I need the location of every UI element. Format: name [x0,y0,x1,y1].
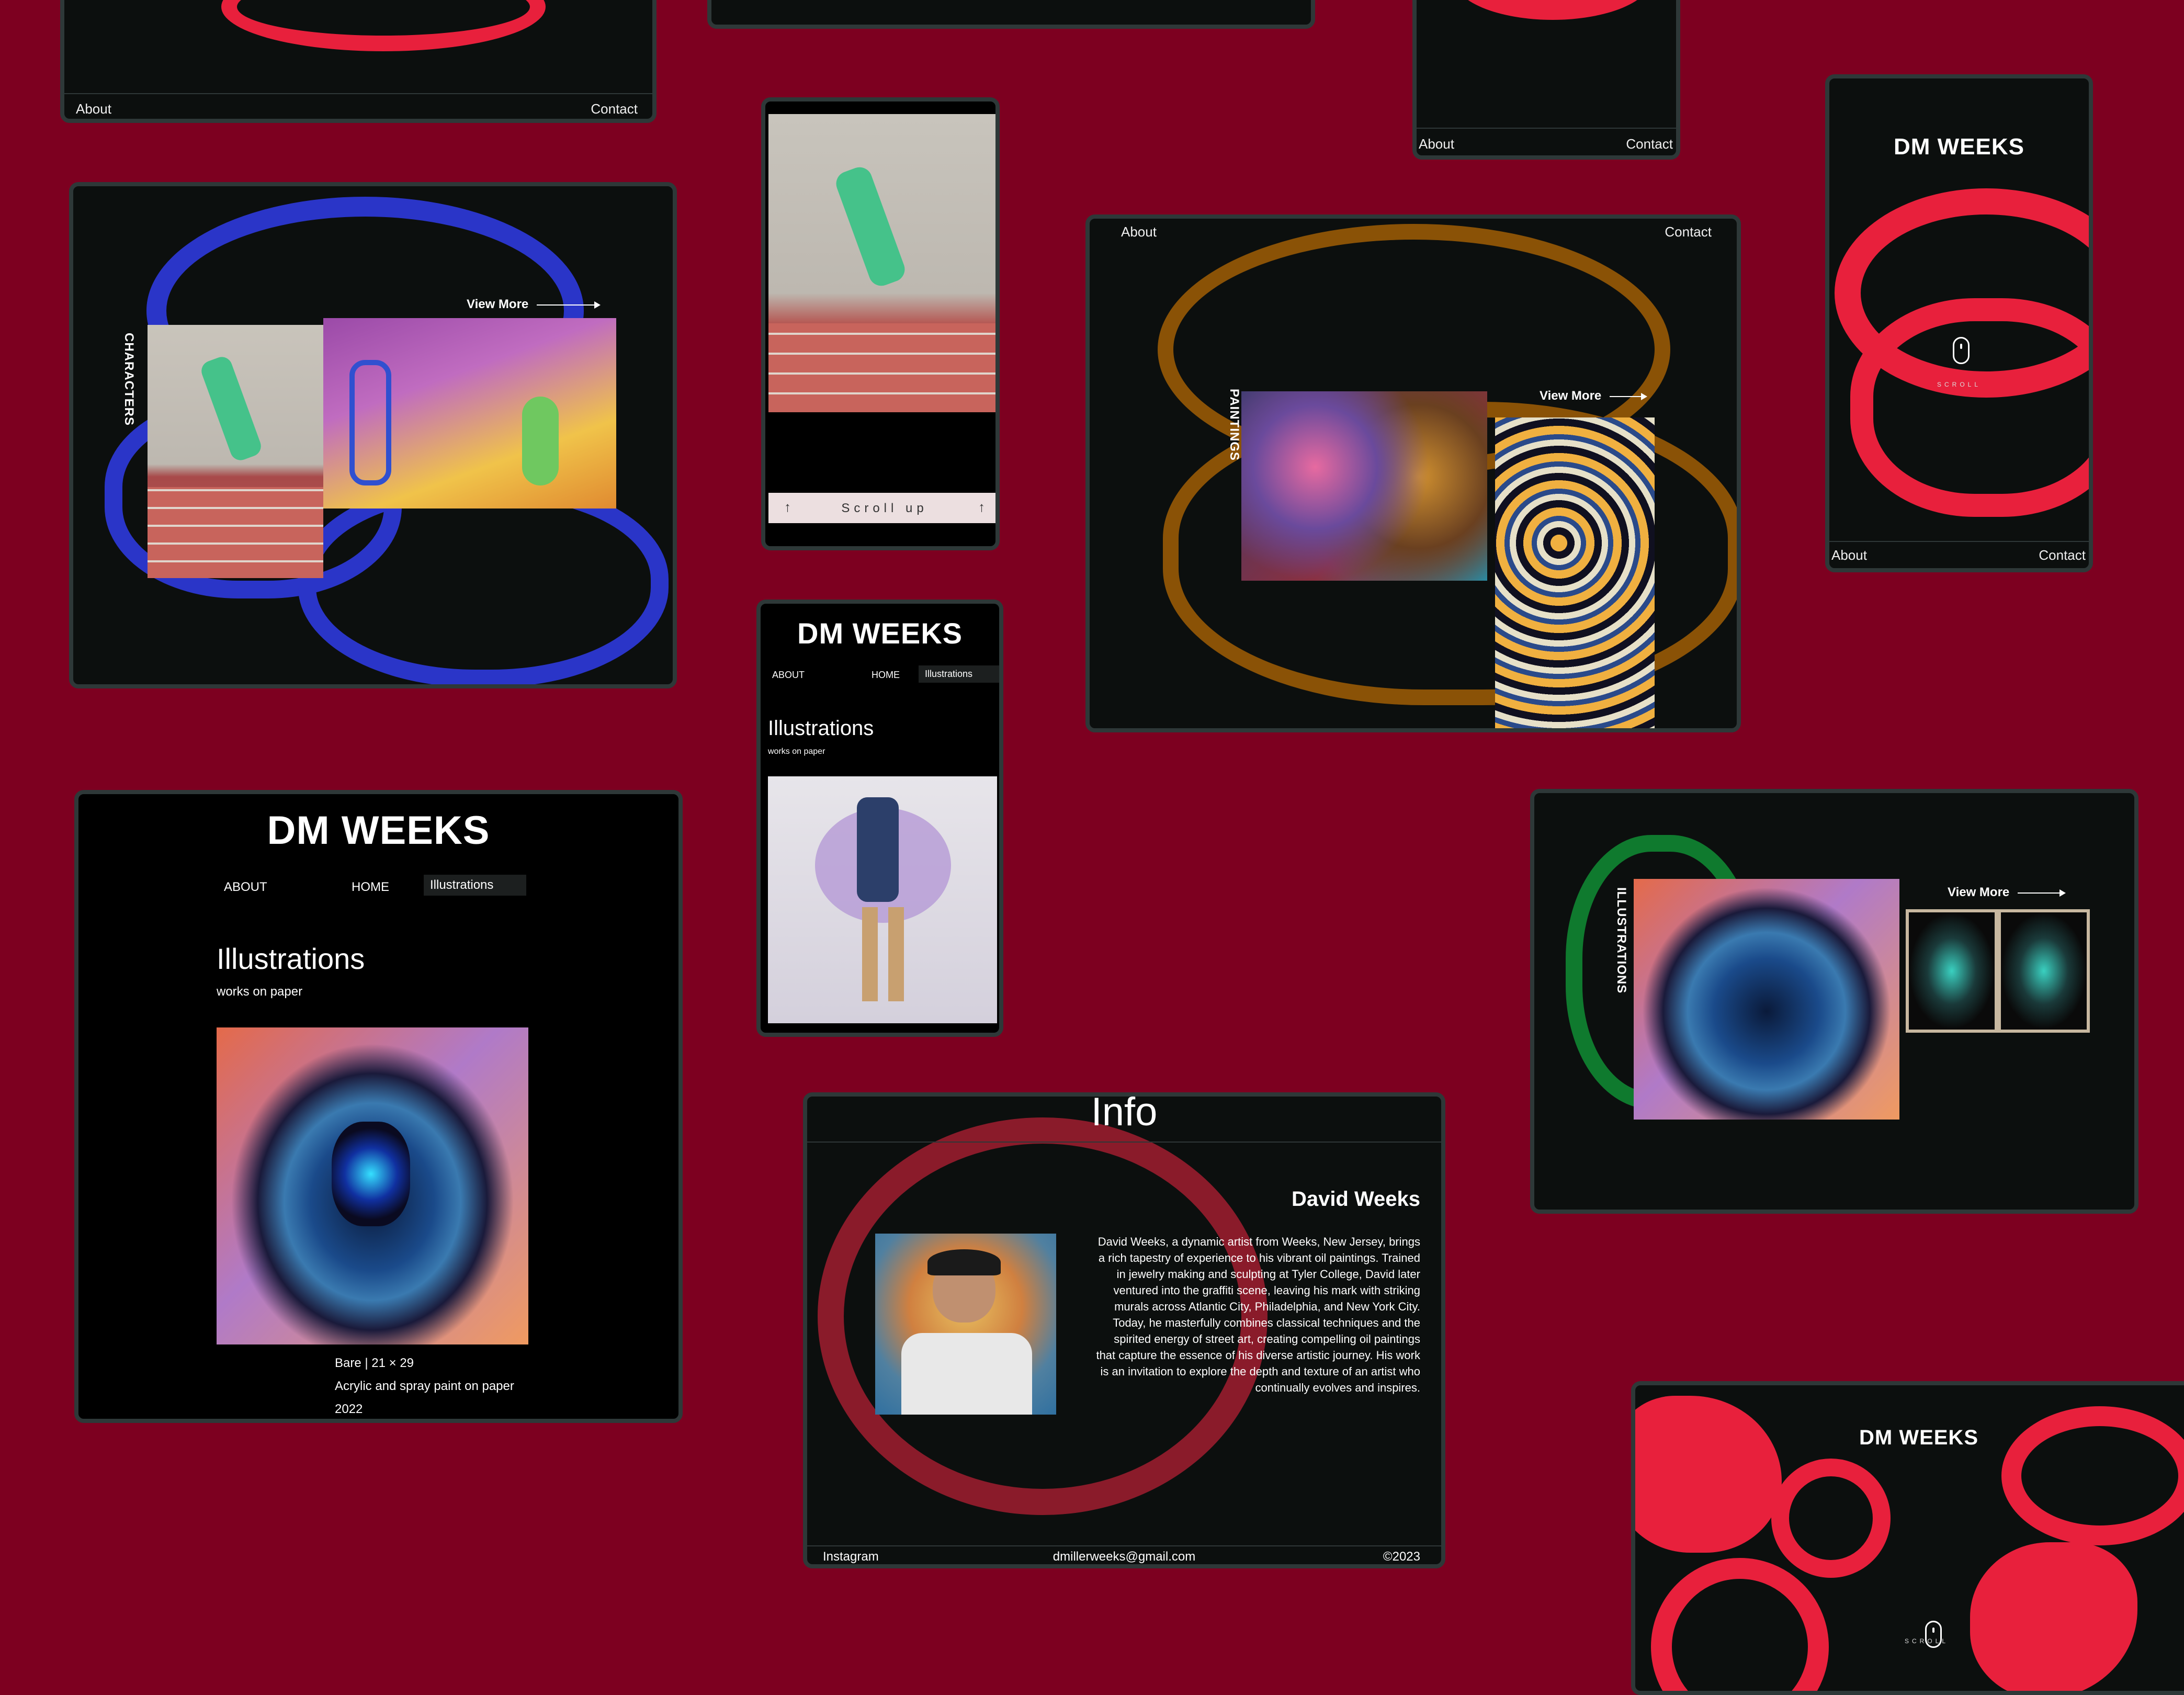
painting-artwork-image[interactable] [1495,417,1655,728]
frame-top-center [707,0,1315,29]
menu-home[interactable]: HOME [352,880,389,895]
menu-about[interactable]: ABOUT [224,880,267,895]
section-label-paintings: PAINTINGS [1227,389,1241,461]
nav-about-link[interactable]: About [1831,547,1867,563]
arrow-up-icon: ↑ [978,499,985,515]
artist-portrait-image [875,1234,1056,1415]
arrow-right-icon [1610,392,1648,400]
red-brush-stroke [1771,1459,1891,1578]
scroll-label: SCROLL [1904,1637,1949,1645]
view-more-link[interactable]: View More [1540,389,1648,403]
frame-top-left: About Contact [60,0,657,123]
frame-illustrations: DM WEEKS ABOUT HOME Illustrations Illust… [74,790,683,1423]
menu-illustrations[interactable]: Illustrations [919,665,999,683]
frame-phone-illustrations: DM WEEKS ABOUT HOME Illustrations Illust… [756,600,1003,1037]
red-brush-stroke [1635,1396,1782,1553]
artwork-name: Bare [335,1356,361,1370]
page-subtitle: works on paper [217,985,303,999]
character-artwork-image[interactable] [148,325,323,578]
view-more-link[interactable]: View More [467,297,601,312]
brand-logo: DM WEEKS [267,808,490,853]
page-title: Illustrations [768,717,874,740]
scroll-mouse-icon[interactable] [1953,337,1970,364]
illustration-artwork-image[interactable] [1634,879,1899,1120]
brand-logo: DM WEEKS [1894,134,2024,160]
section-label-illustrations: ILLUSTRATIONS [1614,887,1628,994]
copyright: ©2023 [1383,1550,1420,1564]
frame-info: Info David Weeks David Weeks, a dynamic … [803,1092,1445,1568]
frame-phone-home: DM WEEKS SCROLL About Contact [1825,74,2093,572]
red-brush-stroke [1970,1542,2137,1691]
nav-contact-link[interactable]: Contact [2039,547,2086,563]
painting-artwork-image[interactable] [1241,391,1487,581]
page-title: Info [1091,1092,1158,1134]
page-subtitle: works on paper [768,747,825,756]
brand-logo: DM WEEKS [797,617,963,650]
nav-about-link[interactable]: About [76,101,111,117]
nav-about-link[interactable]: About [1121,224,1157,240]
frame-home-desktop: DM WEEKS SCROLL [1631,1381,2184,1695]
frame-paintings: About Contact PAINTINGS View More [1085,214,1741,732]
illustration-artwork-image[interactable] [1998,909,2090,1033]
section-label-characters: CHARACTERS [122,333,136,426]
frame-characters: CHARACTERS View More [69,182,677,688]
artwork-year: 2022 [335,1402,363,1416]
illustration-artwork-image[interactable] [768,776,997,1023]
blue-brush-stroke [298,479,669,684]
nav-contact-link[interactable]: Contact [1665,224,1712,240]
red-brush-stroke [1453,0,1652,20]
view-more-link[interactable]: View More [1948,885,2066,900]
frame-illustrations-section: ILLUSTRATIONS View More [1530,789,2138,1214]
nav-contact-link[interactable]: Contact [591,101,638,117]
arrow-right-icon [2018,889,2066,897]
illustration-artwork-image[interactable] [1906,909,1998,1033]
red-brush-stroke [1850,298,2089,517]
menu-about[interactable]: ABOUT [772,670,805,681]
arrow-right-icon [537,301,601,309]
frame-top-right: About Contact [1412,0,1680,160]
artwork-details: Bare | 21 × 29 Acrylic and spray paint o… [335,1352,514,1419]
brand-logo: DM WEEKS [1859,1426,1978,1449]
red-brush-stroke [1651,1558,1829,1691]
nav-about-link[interactable]: About [1419,136,1454,152]
artist-name: David Weeks [1291,1188,1420,1211]
menu-home[interactable]: HOME [872,670,900,681]
scroll-up-bar[interactable]: ↑ Scroll up ↑ [768,493,995,523]
illustration-artwork-image[interactable] [217,1027,528,1344]
scroll-up-label: Scroll up [841,501,928,515]
artwork-size: 21 × 29 [371,1356,414,1370]
menu-illustrations[interactable]: Illustrations [424,875,526,896]
artist-bio: David Weeks, a dynamic artist from Weeks… [1096,1235,1420,1394]
email-link[interactable]: dmillerweeks@gmail.com [807,1550,1441,1564]
character-artwork-image[interactable] [323,318,616,508]
red-brush-stroke [221,0,546,51]
scroll-label: SCROLL [1937,381,1982,388]
nav-contact-link[interactable]: Contact [1626,136,1673,152]
artwork-medium: Acrylic and spray paint on paper [335,1379,514,1393]
page-title: Illustrations [217,942,365,975]
frame-phone-scroll-up: ↑ Scroll up ↑ [761,97,1000,550]
character-artwork-image[interactable] [768,114,995,412]
